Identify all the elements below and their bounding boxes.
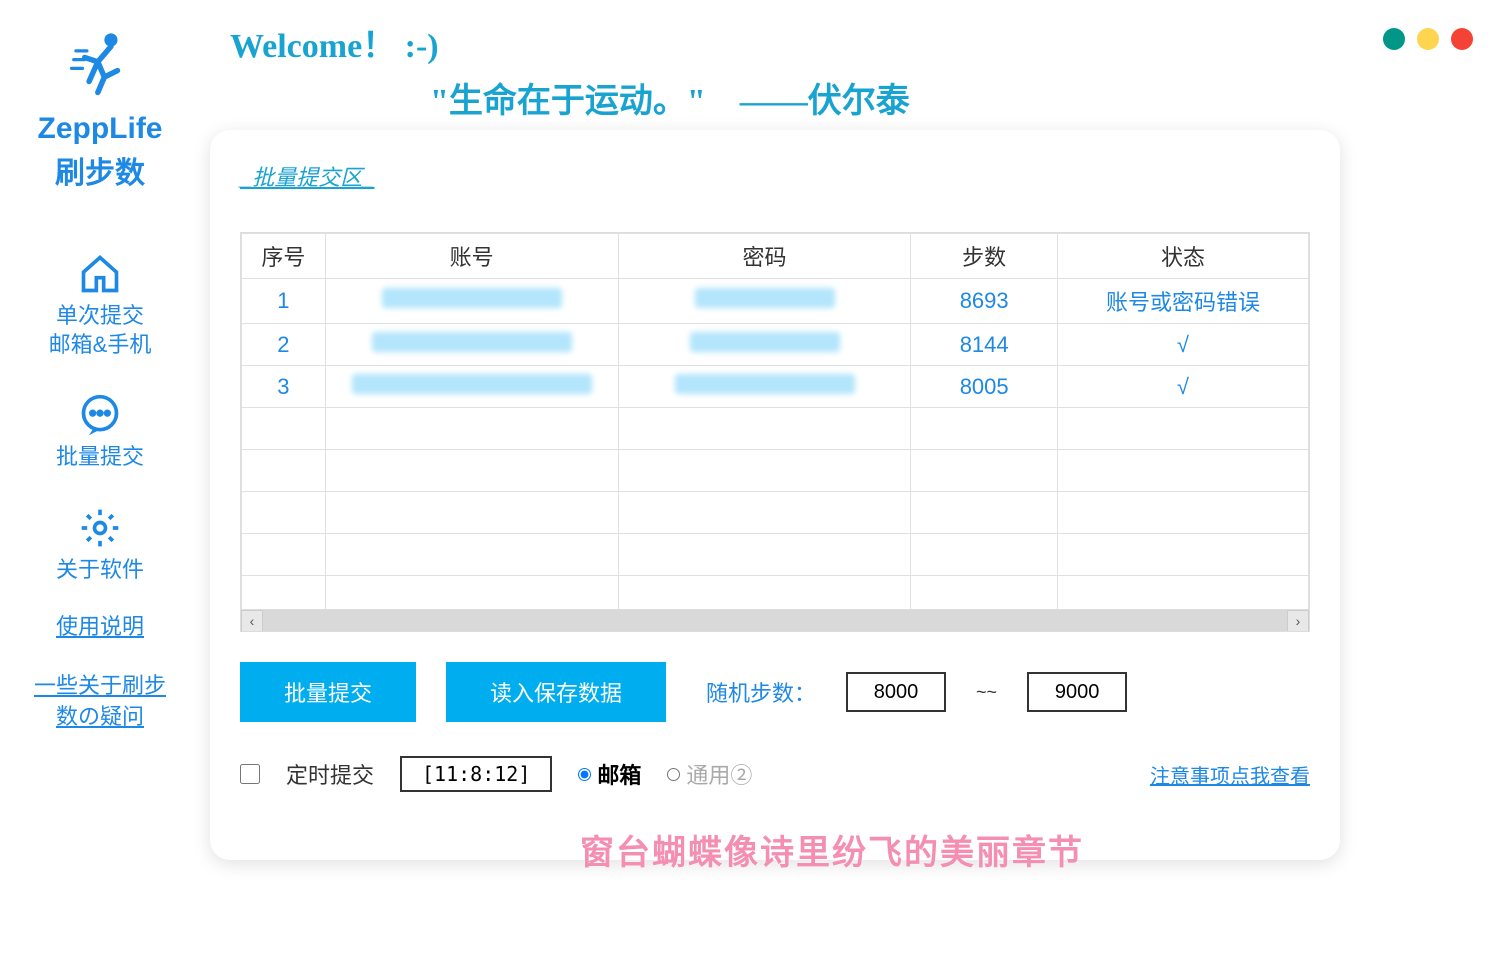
table-row[interactable]	[242, 450, 1309, 492]
header-text: Welcome！ :-) "生命在于运动。" ——伏尔泰	[230, 18, 910, 122]
controls-row-1: 批量提交 读入保存数据 随机步数： ~~	[240, 662, 1310, 722]
home-icon	[78, 252, 122, 296]
timed-submit-checkbox[interactable]	[240, 764, 260, 784]
table-row[interactable]: 3 8005 √	[242, 366, 1309, 408]
table-row[interactable]: 2 8144 √	[242, 324, 1309, 366]
scroll-right-icon[interactable]: ›	[1287, 610, 1309, 632]
horizontal-scrollbar[interactable]: ‹ ›	[241, 609, 1309, 631]
min-steps-input[interactable]	[846, 672, 946, 712]
nav-about[interactable]: 关于软件	[56, 506, 144, 585]
decorative-lyric: 窗台蝴蝶像诗里纷飞的美丽章节	[580, 825, 1084, 874]
quote-text: "生命在于运动。" ——伏尔泰	[430, 73, 910, 122]
nav-batch-submit[interactable]: 批量提交	[56, 393, 144, 472]
col-account: 账号	[325, 234, 618, 279]
sidebar: ZeppLife 刷步数 单次提交邮箱&手机 批量提交 关于软件 使用说明 一些…	[0, 0, 200, 957]
tilde-separator: ~~	[976, 682, 997, 703]
radio-general-wrap[interactable]: 通用②	[667, 758, 752, 790]
batch-panel: _批量提交区_ 序号 账号 密码 步数 状态 1 8693 账号或密	[210, 130, 1340, 860]
table-row[interactable]	[242, 492, 1309, 534]
gear-icon	[78, 506, 122, 550]
col-index: 序号	[242, 234, 326, 279]
nav-single-submit[interactable]: 单次提交邮箱&手机	[49, 252, 152, 359]
radio-email[interactable]	[578, 768, 591, 781]
time-display[interactable]: [11:8:12]	[400, 756, 552, 792]
runner-icon	[65, 24, 135, 104]
welcome-text: Welcome！ :-)	[230, 18, 910, 67]
table-row[interactable]	[242, 408, 1309, 450]
chat-icon	[78, 393, 122, 437]
table-row[interactable]: 1 8693 账号或密码错误	[242, 279, 1309, 324]
timed-submit-label: 定时提交	[286, 758, 374, 790]
batch-submit-button[interactable]: 批量提交	[240, 662, 416, 722]
accounts-table: 序号 账号 密码 步数 状态 1 8693 账号或密码错误 2	[241, 233, 1309, 618]
table-header-row: 序号 账号 密码 步数 状态	[242, 234, 1309, 279]
link-usage[interactable]: 使用说明	[56, 612, 144, 643]
table-row[interactable]	[242, 534, 1309, 576]
scroll-left-icon[interactable]: ‹	[241, 610, 263, 632]
radio-general[interactable]	[667, 768, 680, 781]
notice-link[interactable]: 注意事项点我查看	[1150, 760, 1310, 789]
col-status: 状态	[1057, 234, 1308, 279]
app-subtitle: 刷步数	[55, 148, 145, 192]
dot-yellow[interactable]	[1417, 28, 1439, 50]
load-data-button[interactable]: 读入保存数据	[446, 662, 666, 722]
app-title: ZeppLife	[38, 112, 163, 146]
table-wrap: 序号 账号 密码 步数 状态 1 8693 账号或密码错误 2	[240, 232, 1310, 632]
col-steps: 步数	[911, 234, 1057, 279]
dot-red[interactable]	[1451, 28, 1473, 50]
controls-row-2: 定时提交 [11:8:12] 邮箱 通用② 注意事项点我查看	[240, 756, 1310, 792]
col-password: 密码	[618, 234, 911, 279]
scroll-track[interactable]	[263, 610, 1287, 631]
link-faq[interactable]: 一些关于刷步数の疑问	[34, 671, 166, 733]
random-steps-label: 随机步数：	[706, 676, 816, 708]
max-steps-input[interactable]	[1027, 672, 1127, 712]
window-controls	[1383, 28, 1473, 50]
dot-green[interactable]	[1383, 28, 1405, 50]
radio-email-wrap[interactable]: 邮箱	[578, 758, 641, 790]
section-title: _批量提交区_	[240, 160, 1310, 192]
